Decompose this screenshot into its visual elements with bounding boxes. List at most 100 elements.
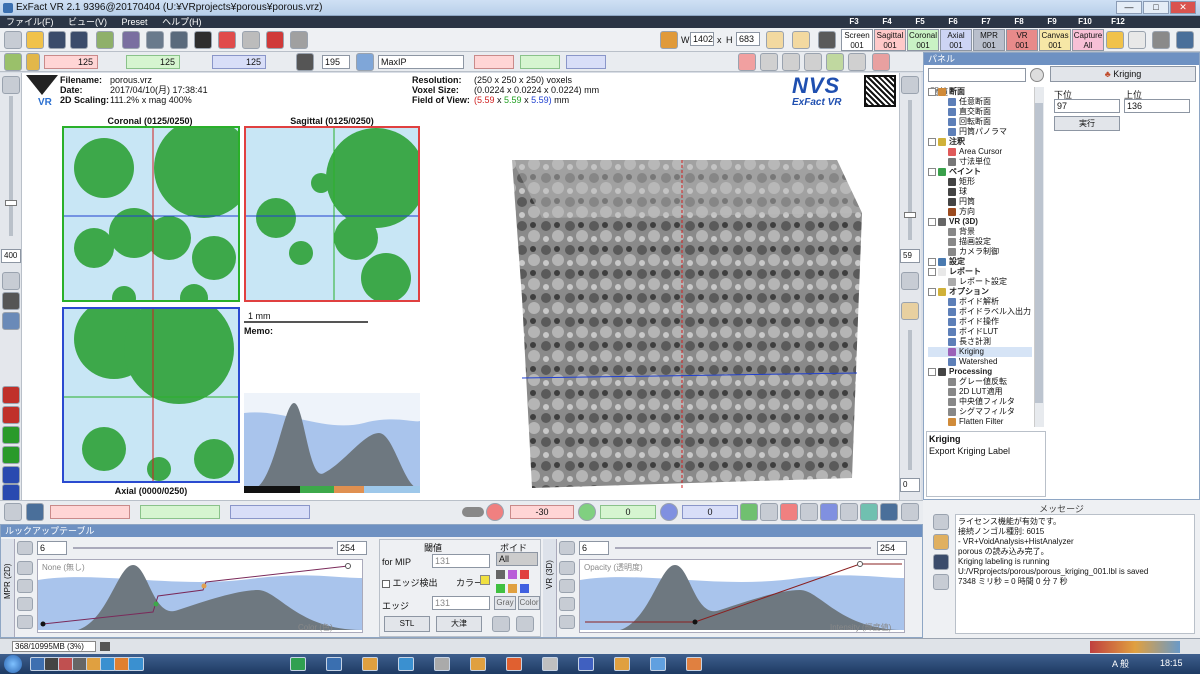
taskbar-app-icon[interactable]: [398, 657, 414, 671]
tree-category[interactable]: VR (3D): [928, 217, 1032, 227]
close-button[interactable]: ✕: [1170, 1, 1196, 14]
void-all-select[interactable]: All: [496, 552, 538, 566]
kriging-title-button[interactable]: ♣ Kriging: [1050, 66, 1196, 82]
left-paint-2-icon[interactable]: [2, 406, 20, 424]
settings-icon[interactable]: [1176, 31, 1194, 49]
vr-up-icon[interactable]: [559, 561, 575, 575]
msg-brush-icon[interactable]: [933, 534, 949, 550]
preset-7-icon[interactable]: [266, 31, 284, 49]
taskbar-app-icon[interactable]: [542, 657, 558, 671]
mpr-reset-icon[interactable]: [17, 615, 33, 629]
vr-lut-graph[interactable]: Opacity (透明度) Intensity (輝度値): [579, 559, 905, 633]
tree-item[interactable]: 球: [928, 187, 1032, 197]
taskbar-app-icon[interactable]: [578, 657, 594, 671]
height-input[interactable]: 683: [736, 32, 760, 46]
preset-2-icon[interactable]: [146, 31, 164, 49]
vr-histogram-icon[interactable]: [559, 541, 575, 555]
measure-icon[interactable]: [738, 53, 756, 71]
tree-category[interactable]: 注釈: [928, 137, 1032, 147]
mpr-range-slider[interactable]: [73, 547, 333, 549]
layout-1-icon[interactable]: [766, 31, 784, 49]
tree-item[interactable]: 2D LUT適用: [928, 387, 1032, 397]
thickness-input[interactable]: 195: [322, 55, 350, 69]
left-paint-1-icon[interactable]: [2, 386, 20, 404]
snapshot-icon[interactable]: [818, 31, 836, 49]
cut-reset-icon[interactable]: [901, 503, 919, 521]
blue-angle-input[interactable]: 0: [682, 505, 738, 519]
vr-max-input[interactable]: 254: [877, 541, 907, 555]
gray-button[interactable]: Gray: [494, 596, 516, 610]
lasso-icon[interactable]: [826, 53, 844, 71]
execute-button[interactable]: 実行: [1054, 116, 1120, 131]
upper-input[interactable]: 136: [1124, 99, 1190, 113]
vr-tab[interactable]: VR (3D): [543, 539, 557, 637]
taskbar-app-icon[interactable]: [686, 657, 702, 671]
msg-up-icon[interactable]: [933, 514, 949, 530]
window-level-icon[interactable]: [848, 53, 866, 71]
tree-item[interactable]: 長さ計測: [928, 337, 1032, 347]
tree-category[interactable]: レポート: [928, 267, 1032, 277]
tree-item[interactable]: 中央値フィルタ: [928, 397, 1032, 407]
vr-save-icon[interactable]: [559, 597, 575, 611]
layout-2-icon[interactable]: [792, 31, 810, 49]
view-button-5[interactable]: VR 001: [1006, 29, 1038, 51]
mpr-open-icon[interactable]: [17, 579, 33, 593]
tree-item[interactable]: 方向: [928, 207, 1032, 217]
volume-render-view[interactable]: [492, 148, 862, 493]
view-button-4[interactable]: MPR 001: [973, 29, 1005, 51]
lock-icon[interactable]: [660, 31, 678, 49]
right-magnifier-icon[interactable]: [901, 76, 919, 94]
cut-play-icon[interactable]: [800, 503, 818, 521]
opacity-slider-track[interactable]: [908, 330, 912, 470]
tree-item[interactable]: 描画設定: [928, 237, 1032, 247]
view-button-1[interactable]: Sagittal 001: [874, 29, 906, 51]
lower-input[interactable]: 97: [1054, 99, 1120, 113]
tree-item[interactable]: 寸法単位: [928, 157, 1032, 167]
minimize-button[interactable]: —: [1116, 1, 1142, 14]
preset-5-icon[interactable]: [218, 31, 236, 49]
taskbar-app-icon[interactable]: [470, 657, 486, 671]
void-histogram-1-icon[interactable]: [492, 616, 510, 632]
taskbar-app-icon[interactable]: [650, 657, 666, 671]
cut-teal-icon[interactable]: [860, 503, 878, 521]
open-folder-icon[interactable]: [26, 31, 44, 49]
tree-item[interactable]: グレー値反転: [928, 377, 1032, 387]
mip-threshold-input[interactable]: 131: [432, 554, 490, 568]
tree-item[interactable]: Flatten Filter: [928, 417, 1032, 427]
tree-item[interactable]: 円筒パノラマ: [928, 127, 1032, 137]
cursor-color-icon[interactable]: [26, 53, 40, 71]
void-histogram-2-icon[interactable]: [516, 616, 534, 632]
preset-4-icon[interactable]: [194, 31, 212, 49]
mpr-lut-graph[interactable]: None (無し) Color (色): [37, 559, 363, 633]
ime-indicator[interactable]: A 般: [1112, 657, 1129, 670]
right-zoom2-value[interactable]: 0: [900, 478, 920, 492]
grid-icon[interactable]: [2, 312, 20, 330]
histogram-icon[interactable]: [1152, 31, 1170, 49]
magnifier-icon[interactable]: [2, 76, 20, 94]
tree-item[interactable]: ボイド解析: [928, 297, 1032, 307]
tree-item[interactable]: 矩形: [928, 177, 1032, 187]
axial-slice-view[interactable]: [62, 307, 240, 483]
tree-scrollbar-thumb[interactable]: [1035, 103, 1043, 403]
right-zoom-value[interactable]: 59: [900, 249, 920, 263]
start-button[interactable]: [4, 655, 22, 673]
edge-color-swatch[interactable]: [480, 575, 490, 585]
green-ball-icon[interactable]: [578, 503, 596, 521]
left-paint-4-icon[interactable]: [2, 446, 20, 464]
view-button-7[interactable]: Capture All: [1072, 29, 1104, 51]
taskbar-app-icon[interactable]: [506, 657, 522, 671]
cut-green-icon[interactable]: [740, 503, 758, 521]
panel-search-icon[interactable]: [1030, 68, 1044, 82]
pencil-icon[interactable]: [4, 31, 22, 49]
tree-item[interactable]: 背景: [928, 227, 1032, 237]
preset-3-icon[interactable]: [170, 31, 188, 49]
blue-ball-icon[interactable]: [660, 503, 678, 521]
maximize-button[interactable]: □: [1143, 1, 1169, 14]
preset-1-icon[interactable]: [122, 31, 140, 49]
tree-item[interactable]: シグマフィルタ: [928, 407, 1032, 417]
width-input[interactable]: 1402: [690, 32, 714, 46]
tree-item[interactable]: カメラ制御: [928, 247, 1032, 257]
mpr-max-input[interactable]: 254: [337, 541, 367, 555]
tree-item[interactable]: 回転断面: [928, 117, 1032, 127]
tree-item[interactable]: レポート設定: [928, 277, 1032, 287]
